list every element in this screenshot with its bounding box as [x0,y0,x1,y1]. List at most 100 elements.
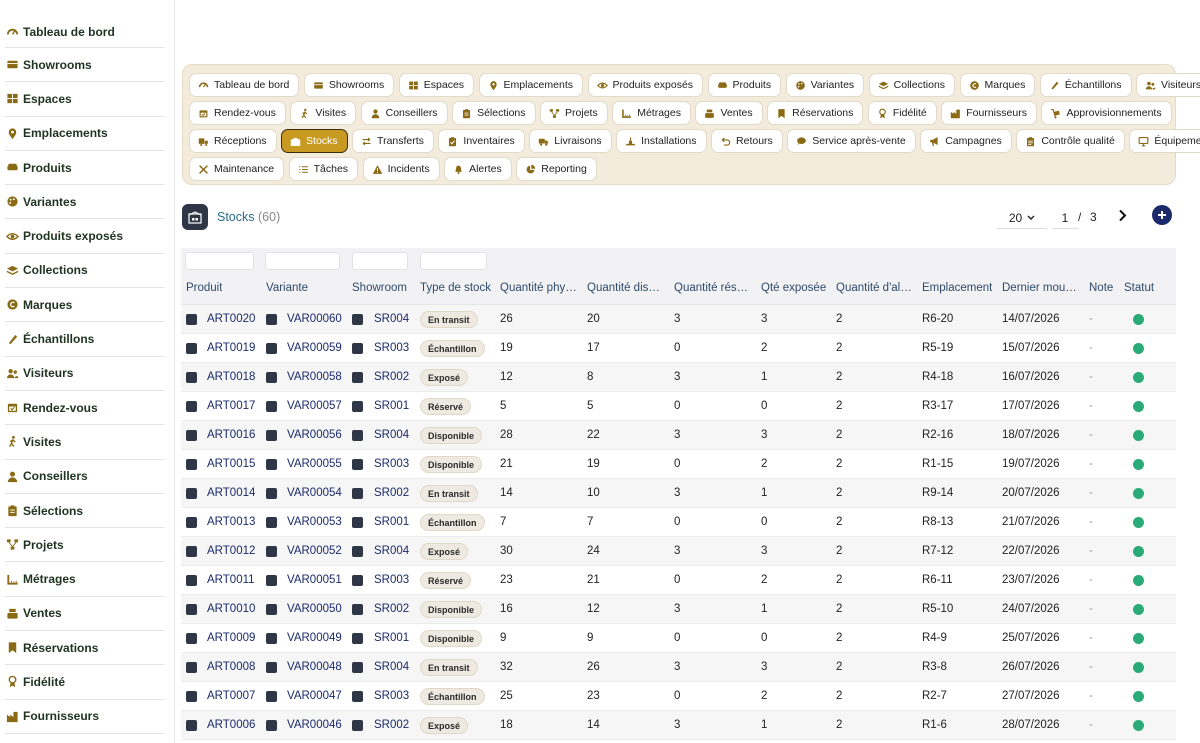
nav-pill-0-0[interactable]: Tableau de bord [189,73,300,97]
product-link[interactable]: ART0013 [207,516,255,528]
variant-link[interactable]: VAR00060 [287,313,342,325]
page-number-input[interactable]: 1 [1052,207,1078,229]
sidebar-item-6[interactable]: Produits exposés [5,219,165,254]
filter-showroom-input[interactable] [352,252,408,270]
nav-pill-0-3[interactable]: Emplacements [478,73,583,97]
showroom-link[interactable]: SR001 [374,516,409,528]
showroom-link[interactable]: SR004 [374,545,409,557]
nav-pill-2-3[interactable]: Inventaires [438,129,525,153]
showroom-link[interactable]: SR002 [374,371,409,383]
showroom-link[interactable]: SR004 [374,661,409,673]
nav-pill-1-9[interactable]: Fournisseurs [941,101,1037,125]
variant-link[interactable]: VAR00052 [287,545,342,557]
column-header[interactable]: Showroom [352,282,407,294]
nav-pill-2-6[interactable]: Retours [711,129,783,153]
sidebar-item-0[interactable]: Tableau de bord [5,17,165,48]
nav-pill-2-9[interactable]: Contrôle qualité [1016,129,1125,153]
filter-variante-input[interactable] [265,252,340,270]
column-header[interactable]: Quantité phy… [500,282,577,294]
table-row[interactable]: ART0014 VAR00054 SR002 En transit 14 10 3 1 2 R9-… [181,479,1176,508]
nav-pill-2-10[interactable]: Équipements [1129,129,1200,153]
column-header[interactable]: Statut [1124,282,1154,294]
nav-pill-1-4[interactable]: Projets [540,101,608,125]
sidebar-item-13[interactable]: Conseillers [5,460,165,494]
nav-pill-1-5[interactable]: Métrages [612,101,691,125]
nav-pill-0-7[interactable]: Collections [868,73,956,97]
nav-pill-1-0[interactable]: Rendez-vous [189,101,286,125]
sidebar-item-1[interactable]: Showrooms [5,48,165,83]
nav-pill-0-1[interactable]: Showrooms [303,73,395,97]
sidebar-item-15[interactable]: Projets [5,528,165,563]
table-row[interactable]: ART0019 VAR00059 SR003 Échantillon 19 17 0 2 2 R5… [181,334,1176,363]
nav-pill-2-1[interactable]: Stocks [281,129,348,153]
sidebar-item-5[interactable]: Variantes [5,185,165,220]
sidebar-item-4[interactable]: Produits [5,151,165,186]
column-header[interactable]: Produit [186,282,222,294]
product-link[interactable]: ART0014 [207,487,255,499]
product-link[interactable]: ART0009 [207,632,255,644]
nav-pill-2-5[interactable]: Installations [616,129,707,153]
sidebar-item-3[interactable]: Emplacements [5,117,165,151]
column-header[interactable]: Quantité d'al… [836,282,912,294]
table-row[interactable]: ART0012 VAR00052 SR004 Exposé 30 24 3 3 2 R7-12 22… [181,537,1176,566]
product-link[interactable]: ART0012 [207,545,255,557]
table-row[interactable]: ART0018 VAR00058 SR002 Exposé 12 8 3 1 2 R4-18 16/… [181,363,1176,392]
variant-link[interactable]: VAR00057 [287,400,342,412]
product-link[interactable]: ART0011 [207,574,255,586]
column-header[interactable]: Type de stock [420,282,491,294]
nav-pill-1-7[interactable]: Réservations [767,101,864,125]
showroom-link[interactable]: SR003 [374,458,409,470]
sidebar-item-11[interactable]: Rendez-vous [5,391,165,426]
nav-pill-3-2[interactable]: Incidents [362,157,440,181]
nav-pill-2-8[interactable]: Campagnes [920,129,1012,153]
showroom-link[interactable]: SR001 [374,400,409,412]
variant-link[interactable]: VAR00058 [287,371,342,383]
page-size-select[interactable]: 20 [997,207,1047,229]
product-link[interactable]: ART0019 [207,342,255,354]
nav-pill-1-2[interactable]: Conseillers [360,101,448,125]
sidebar-item-7[interactable]: Collections [5,254,165,289]
table-row[interactable]: ART0017 VAR00057 SR001 Réservé 5 5 0 0 2 R3-17 17/… [181,392,1176,421]
nav-pill-2-4[interactable]: Livraisons [529,129,612,153]
nav-pill-2-7[interactable]: Service après-vente [787,129,916,153]
nav-pill-0-4[interactable]: Produits exposés [587,73,704,97]
showroom-link[interactable]: SR003 [374,342,409,354]
variant-link[interactable]: VAR00047 [287,690,342,702]
product-link[interactable]: ART0016 [207,429,255,441]
column-header[interactable]: Qté exposée [761,282,826,294]
variant-link[interactable]: VAR00049 [287,632,342,644]
variant-link[interactable]: VAR00056 [287,429,342,441]
table-row[interactable]: ART0009 VAR00049 SR001 Disponible 9 9 0 0 2 R4-9 2… [181,624,1176,653]
nav-pill-0-6[interactable]: Variantes [785,73,865,97]
add-record-button[interactable] [1152,205,1172,225]
sidebar-item-8[interactable]: Marques [5,288,165,323]
variant-link[interactable]: VAR00051 [287,574,342,586]
sidebar-item-17[interactable]: Ventes [5,597,165,632]
showroom-link[interactable]: SR002 [374,487,409,499]
filter-type-input[interactable] [420,252,487,270]
showroom-link[interactable]: SR004 [374,429,409,441]
nav-pill-1-10[interactable]: Approvisionnements [1041,101,1172,125]
nav-pill-0-9[interactable]: Échantillons [1039,73,1132,97]
nav-pill-3-1[interactable]: Tâches [288,157,359,181]
nav-pill-1-3[interactable]: Sélections [452,101,536,125]
variant-link[interactable]: VAR00050 [287,603,342,615]
product-link[interactable]: ART0008 [207,661,255,673]
showroom-link[interactable]: SR003 [374,574,409,586]
sidebar-item-12[interactable]: Visites [5,425,165,460]
showroom-link[interactable]: SR002 [374,719,409,731]
showroom-link[interactable]: SR002 [374,603,409,615]
product-link[interactable]: ART0007 [207,690,255,702]
product-link[interactable]: ART0010 [207,603,255,615]
column-header[interactable]: Quantité rés… [674,282,748,294]
nav-pill-3-3[interactable]: Alertes [444,157,512,181]
table-row[interactable]: ART0011 VAR00051 SR003 Réservé 23 21 0 2 2 R6-11 2… [181,566,1176,595]
nav-pill-1-8[interactable]: Fidélité [867,101,937,125]
variant-link[interactable]: VAR00053 [287,516,342,528]
column-header[interactable]: Quantité dis… [587,282,660,294]
variant-link[interactable]: VAR00054 [287,487,342,499]
nav-pill-3-4[interactable]: Reporting [516,157,597,181]
product-link[interactable]: ART0017 [207,400,255,412]
table-row[interactable]: ART0007 VAR00047 SR003 Échantillon 25 23 0 2 2 R2… [181,682,1176,711]
showroom-link[interactable]: SR004 [374,313,409,325]
